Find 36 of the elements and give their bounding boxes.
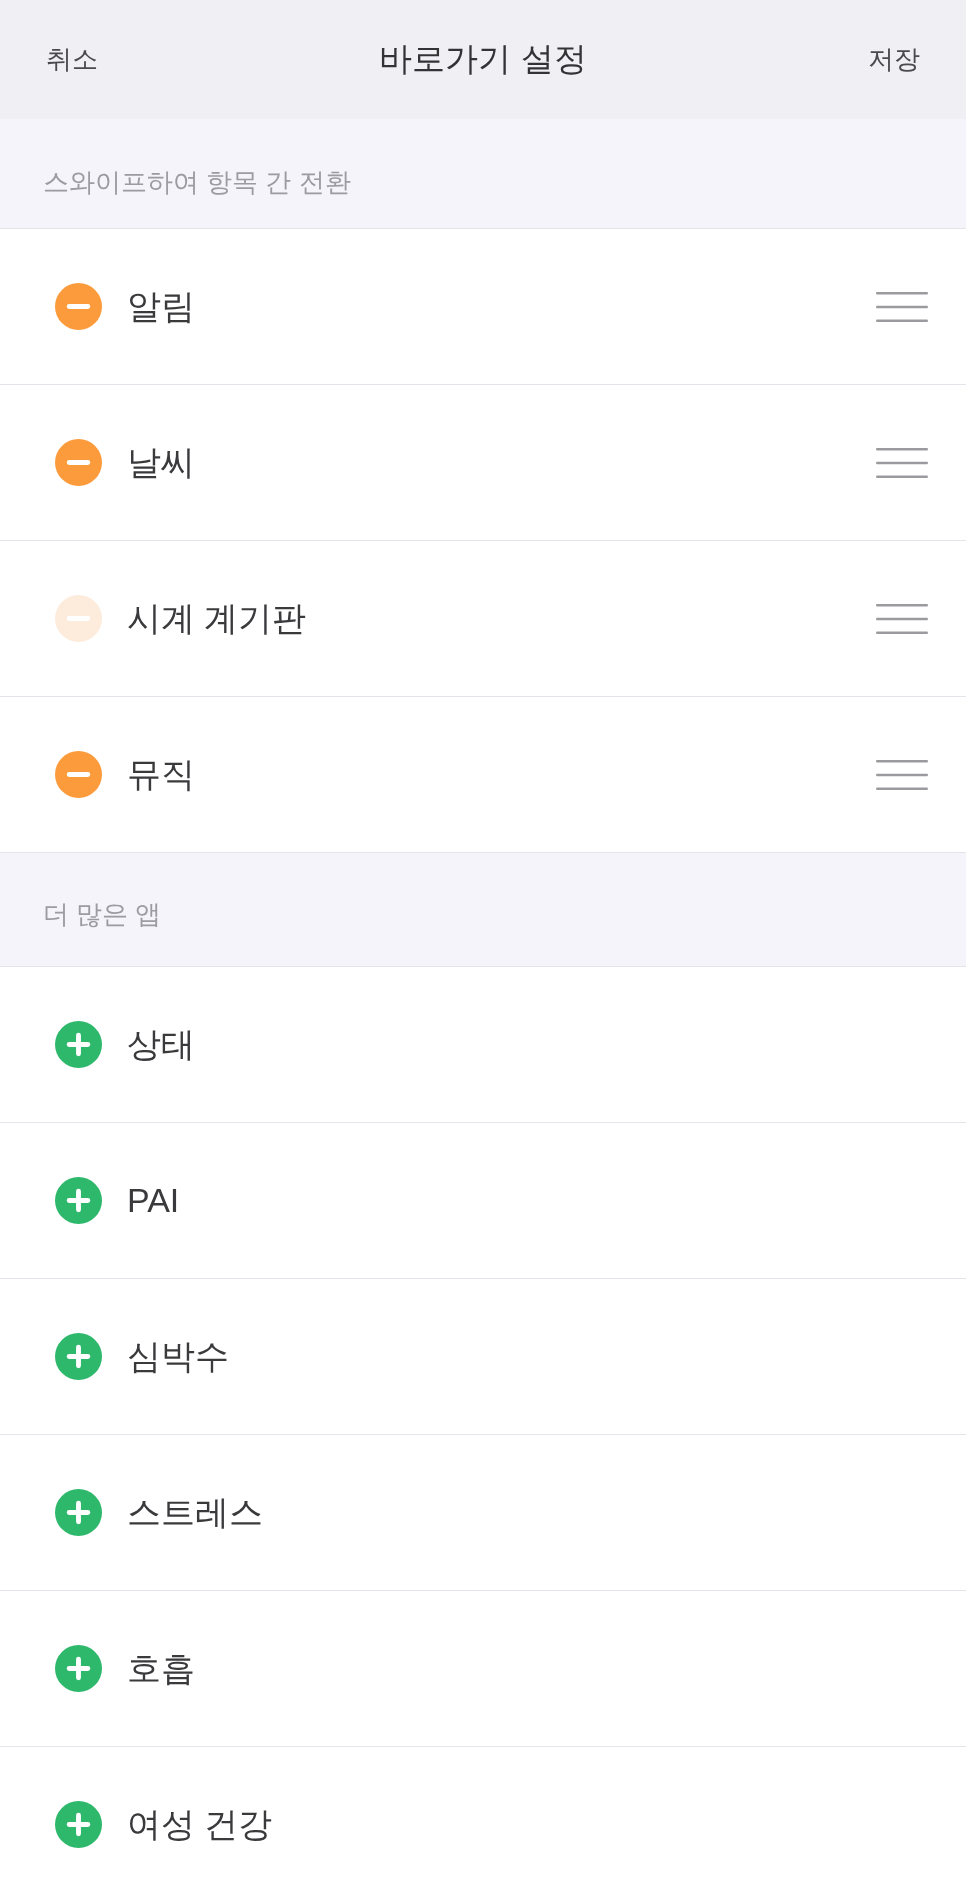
- shortcut-row[interactable]: 심박수: [0, 1279, 966, 1435]
- shortcut-row[interactable]: PAI: [0, 1123, 966, 1279]
- page-title: 바로가기 설정: [379, 39, 587, 79]
- shortcut-label: 여성 건강: [127, 1803, 274, 1845]
- shortcut-row[interactable]: 스트레스: [0, 1435, 966, 1591]
- shortcut-row[interactable]: 호흡: [0, 1591, 966, 1747]
- add-icon[interactable]: [55, 1801, 102, 1848]
- shortcut-label: PAI: [127, 1181, 181, 1220]
- section-title: 더 많은 앱: [43, 898, 162, 931]
- remove-icon[interactable]: [55, 439, 102, 486]
- add-icon[interactable]: [55, 1645, 102, 1692]
- section-title: 스와이프하여 항목 간 전환: [43, 166, 351, 199]
- shortcut-row[interactable]: 여성 건강: [0, 1747, 966, 1902]
- drag-handle-icon[interactable]: [876, 447, 928, 478]
- add-icon[interactable]: [55, 1489, 102, 1536]
- shortcut-row[interactable]: 알림: [0, 229, 966, 385]
- shortcut-label: 뮤직: [127, 753, 196, 795]
- shortcut-label: 알림: [127, 285, 196, 327]
- drag-handle-icon[interactable]: [876, 759, 928, 790]
- shortcut-label: 시계 계기판: [127, 597, 308, 639]
- shortcut-label: 스트레스: [127, 1491, 264, 1533]
- save-button[interactable]: 저장: [868, 42, 920, 77]
- remove-icon[interactable]: [55, 283, 102, 330]
- shortcut-label: 호흡: [127, 1647, 196, 1689]
- shortcut-label: 상태: [127, 1023, 196, 1065]
- shortcut-row[interactable]: 상태: [0, 967, 966, 1123]
- add-icon[interactable]: [55, 1021, 102, 1068]
- remove-icon[interactable]: [55, 751, 102, 798]
- drag-handle-icon[interactable]: [876, 291, 928, 322]
- drag-handle-icon[interactable]: [876, 603, 928, 634]
- shortcut-label: 날씨: [127, 441, 196, 483]
- cancel-button[interactable]: 취소: [46, 42, 98, 77]
- add-icon[interactable]: [55, 1177, 102, 1224]
- shortcut-label: 심박수: [127, 1335, 230, 1377]
- shortcut-row[interactable]: 날씨: [0, 385, 966, 541]
- add-icon[interactable]: [55, 1333, 102, 1380]
